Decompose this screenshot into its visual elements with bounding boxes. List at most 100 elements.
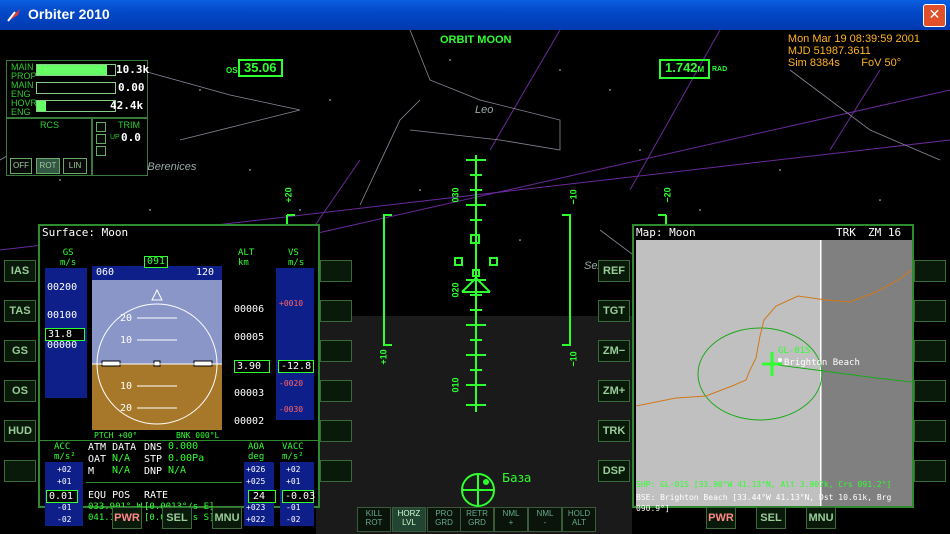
left-mfd-gs-button[interactable]: GS xyxy=(4,340,36,362)
vs-tick-minus20: -0020 xyxy=(279,379,304,388)
right-mfd-tgt-button[interactable]: TGT xyxy=(598,300,630,322)
heading-tick-020: 020 xyxy=(450,282,461,298)
left-mfd-os-button[interactable]: OS xyxy=(4,380,36,402)
gs-tick-200: 00200 xyxy=(47,282,78,293)
title-bar: Orbiter 2010 ✕ xyxy=(0,0,950,31)
trim-up-label: UP xyxy=(110,134,120,141)
map-base-label: Brighton Beach xyxy=(784,358,860,368)
pitch-tick-3: 10 xyxy=(120,381,133,392)
rcs-rot-button[interactable]: ROT xyxy=(36,158,60,174)
sim-info: Mon Mar 19 08:39:59 2001 MJD 51987.3611 … xyxy=(788,33,920,69)
alt-tape: 00006 00005 00004 00003 00002 xyxy=(230,268,272,427)
simulation-viewport[interactable]: ORBIT MOON OS 35.06 1.742M RAD База +20 … xyxy=(0,30,950,534)
left-mfd-hud-button[interactable]: HUD xyxy=(4,420,36,442)
right-mfd-right-button-3[interactable] xyxy=(914,340,946,362)
aoa-tick-25: +025 xyxy=(246,477,266,486)
nav-hold-alt-button[interactable]: HOLD ALT xyxy=(562,507,596,532)
left-mfd-right-button-1[interactable] xyxy=(320,260,352,282)
vs-tape: +0010 -0020 -0030 xyxy=(276,268,314,420)
nav-normal-minus-button[interactable]: NML - xyxy=(528,507,562,532)
main-eng-bar xyxy=(36,82,116,94)
heading-tick-010: 010 xyxy=(450,377,461,393)
trim-value: 0.0 xyxy=(121,131,141,144)
alt-tick-2: 00002 xyxy=(234,416,265,427)
alt-tick-6: 00006 xyxy=(234,304,265,315)
left-mfd-pwr-button[interactable]: PWR xyxy=(112,507,142,529)
right-mfd-dsp-button[interactable]: DSP xyxy=(598,460,630,482)
gs-value: 31.8 xyxy=(45,328,85,341)
hovr-eng-label: HOVR ENG xyxy=(11,98,38,117)
right-mfd-right-button-1[interactable] xyxy=(914,260,946,282)
right-mfd-right-button-6[interactable] xyxy=(914,460,946,482)
aoa-tick-26: +026 xyxy=(246,465,266,474)
vacc-tick-minus1: -01 xyxy=(286,503,301,512)
trim-mid-button[interactable] xyxy=(96,134,106,144)
hud-alt-box: 1.742M xyxy=(659,59,711,79)
pitch-tick-1: 20 xyxy=(120,313,133,324)
acc-tick-minus1: -01 xyxy=(57,503,72,512)
status-panel: MAIN PROP 10.3k MAIN ENG 0.00 HOVR ENG 42.4… xyxy=(6,60,149,178)
vacc-value: -0.03 xyxy=(282,490,315,503)
heading-tick-120: 120 xyxy=(196,267,215,278)
rcs-lin-button[interactable]: LIN xyxy=(63,158,87,174)
map-ship-label: GL-01S xyxy=(778,346,811,356)
right-mfd-zoom-out-button[interactable]: ZM− xyxy=(598,340,630,362)
right-mfd-zoom: ZM 16 xyxy=(868,226,902,239)
right-mfd-right-button-5[interactable] xyxy=(914,420,946,442)
hud-os-value: 35.06 xyxy=(238,59,283,77)
left-mfd-sel-button[interactable]: SEL xyxy=(162,507,192,529)
pitch-tick-4: 20 xyxy=(120,403,133,414)
right-mfd-zoom-in-button[interactable]: ZM+ xyxy=(598,380,630,402)
left-mfd-right-button-4[interactable] xyxy=(320,380,352,402)
left-mfd-right-button-3[interactable] xyxy=(320,340,352,362)
rcs-off-button[interactable]: OFF xyxy=(10,158,32,174)
vacc-tick-plus2: +02 xyxy=(286,465,301,474)
left-mfd-empty-button[interactable] xyxy=(4,460,36,482)
right-mfd-sel-button[interactable]: SEL xyxy=(756,507,786,529)
fov: FoV 50° xyxy=(861,57,902,69)
trim-up-button[interactable] xyxy=(96,122,106,132)
left-mfd-right-button-6[interactable] xyxy=(320,460,352,482)
left-mfd-surface: Surface: Moon GS m/s 00200 00100 00000 31… xyxy=(38,224,320,526)
left-mfd-tas-button[interactable]: TAS xyxy=(4,300,36,322)
aoa-label: AOA deg xyxy=(248,442,265,462)
left-mfd-right-button-2[interactable] xyxy=(320,300,352,322)
nav-prograde-button[interactable]: PRO GRD xyxy=(427,507,461,532)
right-mfd-ref-button[interactable]: REF xyxy=(598,260,630,282)
right-mfd-right-button-4[interactable] xyxy=(914,380,946,402)
gs-tick-0: 00000 xyxy=(47,340,78,351)
right-mfd-mnu-button[interactable]: MNU xyxy=(806,507,836,529)
acc-tick-plus1: +01 xyxy=(57,477,72,486)
right-mfd-trk-button[interactable]: TRK xyxy=(598,420,630,442)
vs-label: VS m/s xyxy=(288,248,305,268)
vacc-tick-plus1: +01 xyxy=(286,477,301,486)
close-button[interactable]: ✕ xyxy=(923,4,946,27)
sim-time-row: Sim 8384s FoV 50° xyxy=(788,57,920,69)
right-mfd-pwr-button[interactable]: PWR xyxy=(706,507,736,529)
left-mfd-right-button-5[interactable] xyxy=(320,420,352,442)
gs-label: GS m/s xyxy=(60,248,77,268)
trim-down-button[interactable] xyxy=(96,146,106,156)
constellation-leo: Leo xyxy=(475,104,494,116)
map-area[interactable]: GL-01S Brighton Beach xyxy=(636,240,912,506)
stp-value: 0.00Pa xyxy=(168,453,205,464)
ladder-left-top: +20 xyxy=(283,187,294,203)
nav-normal-plus-button[interactable]: NML + xyxy=(494,507,528,532)
left-mfd-mnu-button[interactable]: MNU xyxy=(212,507,242,529)
oat-label: OAT xyxy=(88,454,107,465)
nav-horz-lvl-button[interactable]: HORZ LVL xyxy=(392,507,426,532)
nav-kill-rot-button[interactable]: KILL ROT xyxy=(357,507,391,532)
hud-alt-value: 1.742 xyxy=(665,60,698,75)
nav-retrograde-button[interactable]: RETR GRD xyxy=(460,507,494,532)
trim-title: TRIM xyxy=(118,120,140,130)
rate-title: RATE xyxy=(144,490,169,501)
left-mfd-ias-button[interactable]: IAS xyxy=(4,260,36,282)
hud-alt-mode: RAD xyxy=(712,66,728,73)
ladder-left-bottom: +10 xyxy=(378,349,389,365)
heading-tape: 060 120 xyxy=(92,266,222,280)
alt-tick-5: 00005 xyxy=(234,332,265,343)
ladder-right-top: −10 xyxy=(568,189,579,205)
vs-tick-plus10: +0010 xyxy=(279,299,304,308)
right-mfd-right-button-2[interactable] xyxy=(914,300,946,322)
stp-label: STP xyxy=(144,454,163,465)
